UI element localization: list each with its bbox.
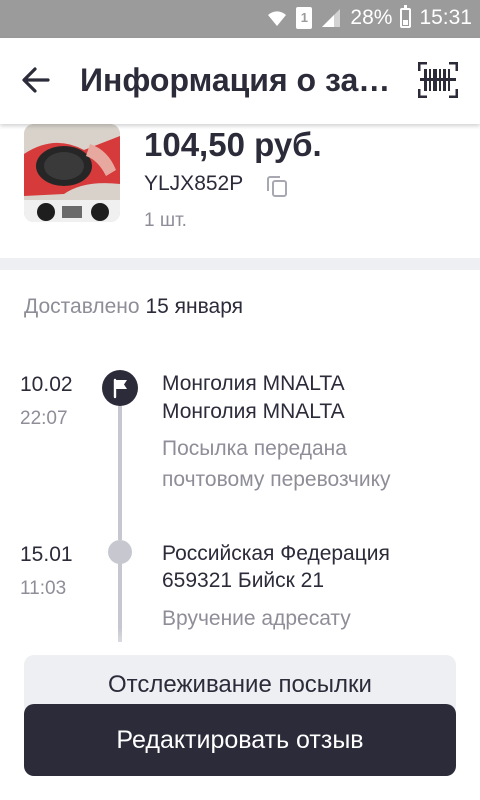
tracking-code: YLJX852P [144, 172, 244, 195]
timeline-connector [118, 400, 122, 540]
event-date: 15.01 [20, 543, 73, 566]
clock: 15:31 [419, 6, 472, 29]
event-date: 10.02 [20, 373, 73, 396]
barcode-icon [417, 61, 459, 99]
event-status-line: почтовому перевозчику [162, 468, 391, 491]
event-location-line: Российская Федерация [162, 542, 390, 565]
copy-tracking-button[interactable] [266, 174, 288, 198]
wifi-icon [268, 11, 287, 26]
app-bar: Информация о заказе [0, 38, 480, 124]
copy-icon [267, 176, 287, 197]
arrow-left-icon [22, 67, 50, 93]
page-title: Информация о заказе [80, 62, 400, 98]
section-divider [0, 258, 480, 270]
signal-icon [322, 9, 341, 27]
dot-icon [108, 540, 132, 564]
event-status-line: Посылка передана [162, 437, 347, 460]
battery-percent: 28% [350, 6, 393, 29]
sim-icon: 1 [296, 7, 313, 29]
delivery-status-label: Доставлено [24, 295, 140, 318]
order-quantity: 1 шт. [144, 210, 187, 231]
event-location-line: 659321 Бийск 21 [162, 569, 325, 592]
status-bar: 1 28% 15:31 [0, 0, 480, 38]
product-image[interactable] [24, 124, 120, 222]
event-location-line: Монголия MNALTA [162, 400, 345, 423]
event-location-line: Монголия MNALTA [162, 372, 345, 395]
event-time: 11:03 [20, 578, 67, 599]
event-time: 22:07 [20, 408, 68, 429]
barcode-button[interactable] [417, 61, 459, 99]
delivery-status: Доставлено 15 января [24, 295, 243, 319]
edit-review-button[interactable]: Редактировать отзыв [24, 704, 456, 776]
flag-icon [113, 378, 127, 399]
timeline-marker [102, 370, 138, 406]
status-icons: 1 28% 15:31 [266, 5, 472, 30]
back-button[interactable] [20, 64, 52, 96]
order-price: 104,50 руб. [144, 126, 322, 163]
delivery-date: 15 января [145, 295, 244, 318]
battery-icon [400, 5, 412, 28]
product-photo [24, 124, 120, 222]
